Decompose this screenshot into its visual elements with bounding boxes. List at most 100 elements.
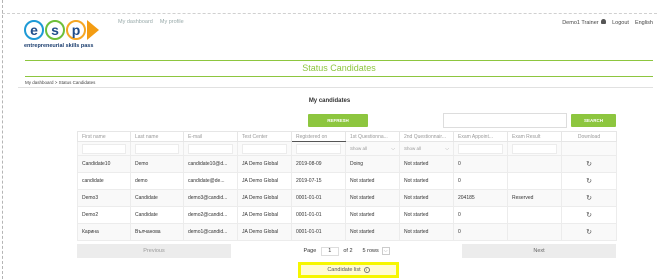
cell-second-questionnaire: Not started (399, 223, 454, 241)
filter-email[interactable] (183, 141, 238, 156)
col-second-questionnaire[interactable]: 2nd Questionnair... (399, 131, 454, 142)
filter-first-name[interactable] (77, 141, 131, 156)
filter-download (561, 141, 617, 156)
cell-exam-result (507, 206, 562, 224)
col-registered-on[interactable]: Registered on (291, 131, 346, 142)
col-exam-result[interactable]: Exam Result (507, 131, 562, 142)
breadcrumb[interactable]: My dashboard > Status Candidates (25, 80, 95, 85)
logo-arrow-icon (87, 20, 99, 40)
page-frame-left (2, 0, 3, 279)
download-icon[interactable]: ↻ (561, 155, 617, 173)
cell-first-questionnaire: Not started (345, 172, 400, 190)
cell-first-name: Demo2 (77, 206, 131, 224)
cell-first-name: Demo3 (77, 189, 131, 207)
cell-last-name: demo (130, 172, 184, 190)
info-icon: i (363, 267, 370, 273)
previous-button[interactable]: Previous (77, 244, 231, 258)
cell-test-center: JA Demo Global (237, 155, 292, 173)
search-input[interactable] (443, 113, 567, 128)
col-exam-appointment[interactable]: Exam Appoint... (453, 131, 508, 142)
cell-last-name: Demo (130, 155, 184, 173)
filter-select-value: Show all (350, 146, 368, 151)
download-icon[interactable]: ↻ (561, 189, 617, 207)
cell-test-center: JA Demo Global (237, 189, 292, 207)
col-last-name[interactable]: Last name (130, 131, 184, 142)
cell-first-name: Candidate10 (77, 155, 131, 173)
cell-first-name: candidate (77, 172, 131, 190)
cell-exam-result (507, 155, 562, 173)
cell-first-questionnaire: Not started (345, 223, 400, 241)
divider (18, 87, 653, 88)
cell-first-questionnaire: Not started (345, 206, 400, 224)
cell-email: candidate10@d... (183, 155, 238, 173)
filter-test-center[interactable] (237, 141, 292, 156)
pagination: Previous Page 1 of 2 5 rows ⌵ Next (77, 244, 616, 258)
candidates-table: First name Last name E-mail Test Center … (77, 131, 617, 241)
logo-mark: e s p (24, 18, 114, 42)
cell-email: demo3@candid... (183, 189, 238, 207)
esp-logo[interactable]: e s p entrepreneurial skills pass (24, 18, 114, 54)
user-name: Demo1 Trainer (562, 20, 599, 26)
cell-email: demo2@candid... (183, 206, 238, 224)
cell-exam-result: Reserved (507, 189, 562, 207)
table-row[interactable]: Candidate10 Demo candidate10@d... JA Dem… (77, 155, 617, 173)
cell-exam-appointment: 0 (453, 155, 508, 173)
cell-test-center: JA Demo Global (237, 223, 292, 241)
cell-first-name: Карина (77, 223, 131, 241)
table-row[interactable]: Карина Вълчанова demo1@candid... JA Demo… (77, 223, 617, 241)
logo-tagline: entrepreneurial skills pass (24, 43, 94, 49)
page-total: of 2 (343, 247, 353, 254)
col-download: Download (561, 131, 617, 142)
download-icon[interactable]: ↻ (561, 172, 617, 190)
filter-exam-result[interactable] (507, 141, 562, 156)
table-row[interactable]: Demo3 Candidate demo3@candid... JA Demo … (77, 189, 617, 207)
user-menu[interactable]: Demo1 Trainer (562, 19, 607, 26)
cell-test-center: JA Demo Global (237, 206, 292, 224)
filter-exam-appointment[interactable] (453, 141, 508, 156)
download-icon[interactable]: ↻ (561, 223, 617, 241)
table-header-row: First name Last name E-mail Test Center … (77, 131, 617, 142)
download-icon[interactable]: ↻ (561, 206, 617, 224)
candidate-list-button[interactable]: Candidate list i (298, 262, 399, 278)
page-number-input[interactable]: 1 (320, 246, 339, 256)
logo-letter-p: p (66, 20, 86, 40)
cell-email: demo1@candid... (183, 223, 238, 241)
cell-last-name: Candidate (130, 206, 184, 224)
logo-letter-s: s (45, 20, 65, 40)
table-row[interactable]: candidate demo candidate@de... JA Demo G… (77, 172, 617, 190)
user-icon (601, 19, 607, 24)
page-title: Status Candidates (25, 60, 653, 77)
filter-row: Show all ⌵ Show all ⌵ (77, 141, 617, 156)
next-button[interactable]: Next (462, 244, 616, 258)
col-first-name[interactable]: First name (77, 131, 131, 142)
cell-exam-appointment: 0 (453, 206, 508, 224)
search-button[interactable]: SEARCH (571, 114, 616, 127)
col-first-questionnaire[interactable]: 1st Questionna... (345, 131, 400, 142)
filter-registered-on[interactable] (291, 141, 346, 156)
nav-my-profile[interactable]: My profile (160, 19, 184, 25)
language-selector[interactable]: English (635, 20, 653, 26)
nav-my-dashboard[interactable]: My dashboard (118, 19, 153, 25)
cell-second-questionnaire: Not started (399, 155, 454, 173)
cell-exam-appointment: 0 (453, 223, 508, 241)
cell-last-name: Candidate (130, 189, 184, 207)
table-row[interactable]: Demo2 Candidate demo2@candid... JA Demo … (77, 206, 617, 224)
cell-first-questionnaire: Not started (345, 189, 400, 207)
refresh-button[interactable]: REFRESH (308, 114, 368, 127)
logout-link[interactable]: Logout (612, 20, 629, 26)
page-controls: Page 1 of 2 5 rows ⌵ (231, 244, 462, 258)
cell-test-center: JA Demo Global (237, 172, 292, 190)
col-test-center[interactable]: Test Center (237, 131, 292, 142)
filter-second-questionnaire-select[interactable]: Show all ⌵ (399, 141, 454, 156)
candidate-list-label: Candidate list (327, 267, 361, 273)
filter-last-name[interactable] (130, 141, 184, 156)
cell-second-questionnaire: Not started (399, 172, 454, 190)
filter-first-questionnaire-select[interactable]: Show all ⌵ (345, 141, 400, 156)
cell-exam-result (507, 172, 562, 190)
filter-select-value: Show all (404, 146, 422, 151)
rows-per-page-select[interactable]: 5 rows ⌵ (363, 247, 390, 255)
cell-exam-appointment: 0 (453, 172, 508, 190)
section-title: My candidates (308, 98, 351, 104)
col-email[interactable]: E-mail (183, 131, 238, 142)
cell-second-questionnaire: Not started (399, 206, 454, 224)
